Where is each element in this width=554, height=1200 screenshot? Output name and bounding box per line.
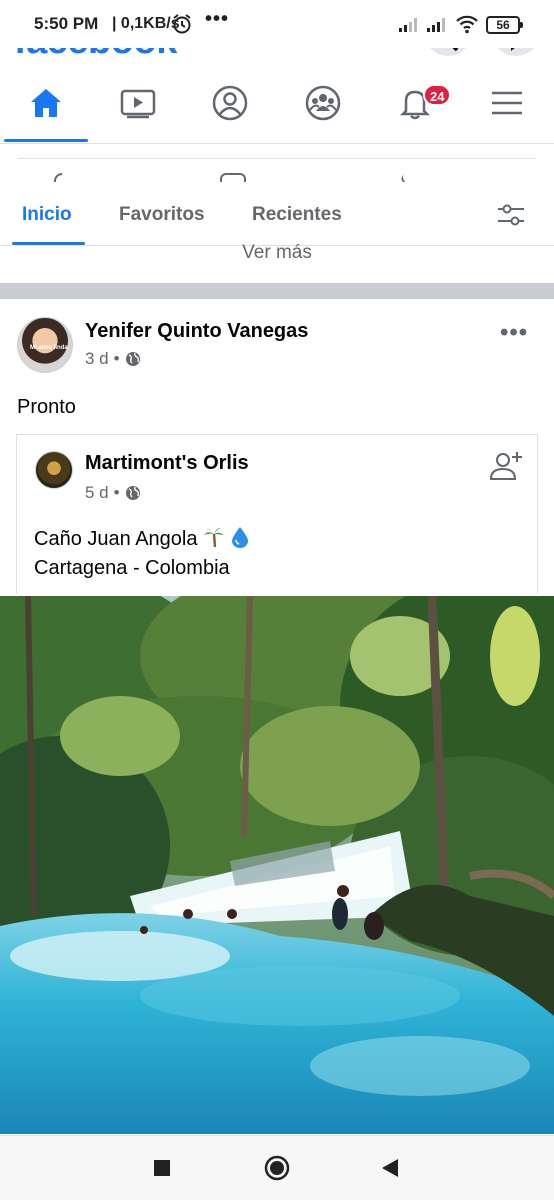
profile-icon xyxy=(212,85,248,121)
shared-text-line1: Caño Juan Angola xyxy=(34,528,198,550)
watch-icon xyxy=(120,89,156,119)
shared-post-text: Caño Juan Angola Cartagena - Colombia xyxy=(34,525,249,583)
signal-icon xyxy=(427,18,445,32)
avatar-caption: Mi alma linda xyxy=(30,345,68,351)
nav-profile-tab[interactable] xyxy=(184,62,276,144)
feed-post: Mi alma linda Yenifer Quinto Vanegas 3 d… xyxy=(0,299,554,1135)
feed-tabs: Inicio Favoritos Recientes xyxy=(0,184,554,246)
meta-separator: • xyxy=(113,483,120,502)
shortcut-icon xyxy=(54,173,62,182)
tab-inicio[interactable]: Inicio xyxy=(22,204,72,226)
tab-recientes[interactable]: Recientes xyxy=(252,204,342,226)
shortcuts-strip xyxy=(18,158,536,182)
groups-icon xyxy=(305,85,341,121)
nav-groups-tab[interactable] xyxy=(277,62,369,144)
avatar[interactable]: Mi alma linda xyxy=(17,317,73,373)
filter-settings-icon[interactable] xyxy=(496,201,526,229)
nav-menu-tab[interactable] xyxy=(461,62,553,144)
add-friend-icon[interactable] xyxy=(487,447,525,485)
status-network-speed: | 0,1KB/s xyxy=(112,15,180,32)
shared-text-line2: Cartagena - Colombia xyxy=(34,557,230,579)
nav-home-tab[interactable] xyxy=(0,62,92,144)
nav-active-indicator xyxy=(4,139,88,142)
system-nav-bar xyxy=(0,1135,554,1200)
battery-icon: 56 xyxy=(486,16,523,34)
shared-post-meta: 5 d • xyxy=(85,483,141,503)
post-timestamp[interactable]: 3 d xyxy=(85,349,109,369)
globe-icon xyxy=(125,486,140,500)
status-time: 5:50 PM xyxy=(34,14,99,33)
nav-notifications-tab[interactable]: 24 xyxy=(369,62,461,144)
shortcut-icon xyxy=(220,173,246,182)
feed-divider xyxy=(0,283,554,299)
post-author-name[interactable]: Yenifer Quinto Vanegas xyxy=(85,320,308,343)
recent-apps-icon[interactable] xyxy=(152,1158,172,1178)
avatar[interactable] xyxy=(35,451,73,489)
wifi-icon xyxy=(456,15,478,34)
home-icon xyxy=(31,89,61,117)
home-button-icon[interactable] xyxy=(263,1154,291,1182)
shared-post[interactable]: Martimont's Orlis 5 d • Caño Juan Angola xyxy=(16,434,538,594)
post-video[interactable] xyxy=(0,596,554,1134)
shared-author-name[interactable]: Martimont's Orlis xyxy=(85,452,249,475)
alarm-icon xyxy=(173,14,191,34)
status-more-icon: ••• xyxy=(205,8,230,30)
palm-tree-icon xyxy=(204,528,225,548)
menu-icon xyxy=(492,91,522,115)
see-more-link[interactable]: Ver más xyxy=(0,242,554,264)
post-meta: 3 d • xyxy=(85,349,141,369)
back-icon[interactable] xyxy=(380,1157,400,1179)
droplet-icon xyxy=(231,527,248,548)
notification-badge: 24 xyxy=(423,84,452,106)
shortcut-icon xyxy=(399,171,419,182)
main-nav: 24 xyxy=(0,62,554,144)
status-bar: 5:50 PM | 0,1KB/s ••• 56 xyxy=(0,0,554,48)
signal-icon xyxy=(399,18,417,32)
meta-separator: • xyxy=(113,349,120,368)
tab-favoritos[interactable]: Favoritos xyxy=(119,204,205,226)
post-body-text: Pronto xyxy=(17,396,76,418)
waterfall-photo xyxy=(0,596,554,1134)
shared-timestamp[interactable]: 5 d xyxy=(85,483,109,503)
more-options-button[interactable]: ••• xyxy=(500,319,528,347)
nav-watch-tab[interactable] xyxy=(92,62,184,144)
globe-icon xyxy=(125,352,140,366)
